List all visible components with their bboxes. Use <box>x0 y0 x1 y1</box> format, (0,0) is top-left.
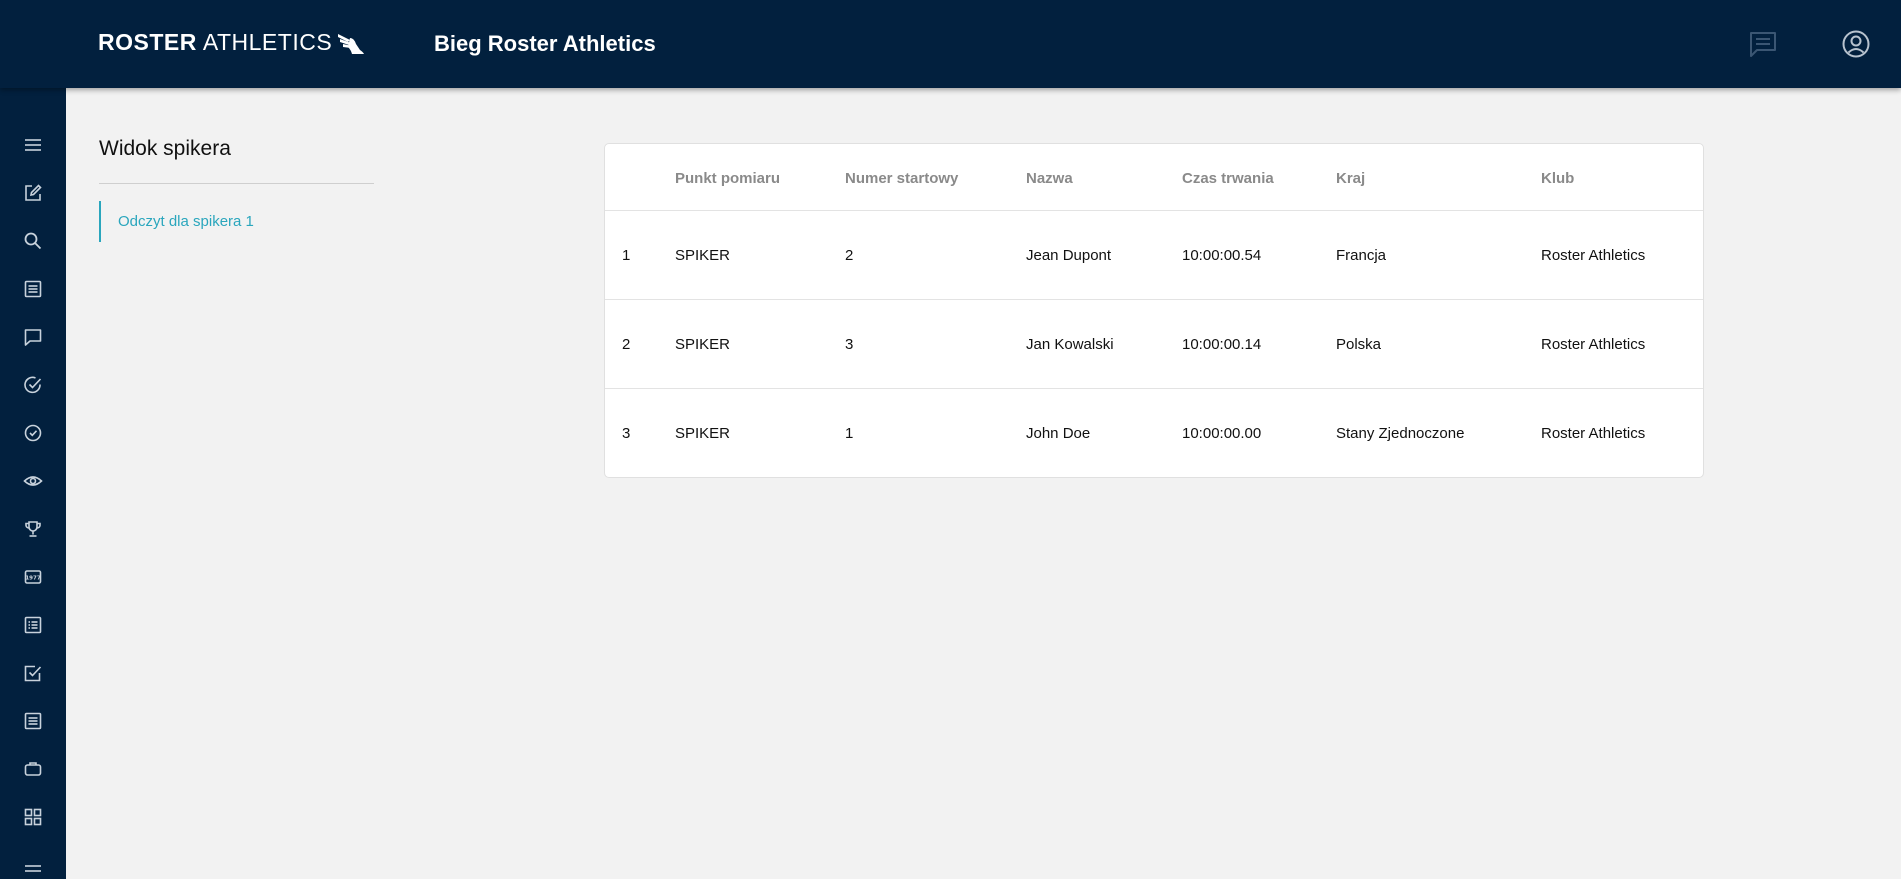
menu-icon[interactable] <box>17 129 49 161</box>
sidebar: 1977 <box>0 88 66 879</box>
logo[interactable]: ROSTER ATHLETICS <box>98 29 366 56</box>
cell-duration: 10:00:00.00 <box>1182 425 1262 442</box>
check-circle-small-icon[interactable] <box>17 417 49 449</box>
top-bar: ROSTER ATHLETICS Bieg Roster Athletics <box>0 0 1901 88</box>
column-header-bib-number[interactable]: Numer startowy <box>845 170 958 187</box>
column-header-country[interactable]: Kraj <box>1336 170 1365 187</box>
speaker-reading-link[interactable]: Odczyt dla spikera 1 <box>99 201 254 242</box>
column-header-checkpoint[interactable]: Punkt pomiaru <box>675 170 780 187</box>
results-table: Punkt pomiaru Numer startowy Nazwa Czas … <box>604 143 1704 478</box>
cell-name: Jean Dupont <box>1026 247 1112 264</box>
message-icon[interactable] <box>17 321 49 353</box>
cell-duration: 10:00:00.14 <box>1182 336 1262 353</box>
cell-index: 3 <box>622 425 631 442</box>
panel-title: Widok spikera <box>99 137 231 160</box>
table-row[interactable]: 2 SPIKER 3 Jan Kowalski 10:00:00.14 Pols… <box>605 300 1703 389</box>
eye-icon[interactable] <box>17 465 49 497</box>
column-header-duration[interactable]: Czas trwania <box>1182 170 1274 187</box>
collapse-icon[interactable] <box>17 855 49 879</box>
briefcase-icon[interactable] <box>17 753 49 785</box>
cell-checkpoint: SPIKER <box>675 247 731 264</box>
cell-bib-number: 1 <box>845 425 854 442</box>
trophy-icon[interactable] <box>17 513 49 545</box>
checkbox-icon[interactable] <box>17 657 49 689</box>
chat-icon[interactable] <box>1747 28 1779 60</box>
cell-index: 2 <box>622 336 631 353</box>
cell-checkpoint: SPIKER <box>675 425 731 442</box>
cell-bib-number: 2 <box>845 247 854 264</box>
cell-country: Francja <box>1336 247 1387 264</box>
grid-icon[interactable] <box>17 801 49 833</box>
edit-icon[interactable] <box>17 177 49 209</box>
svg-text:1977: 1977 <box>25 576 40 582</box>
cell-index: 1 <box>622 247 631 264</box>
cell-club: Roster Athletics <box>1541 425 1646 442</box>
column-header-name[interactable]: Nazwa <box>1026 170 1073 187</box>
cell-club: Roster Athletics <box>1541 336 1646 353</box>
cell-country: Polska <box>1336 336 1382 353</box>
cell-name: John Doe <box>1026 425 1091 442</box>
winged-shoe-icon <box>338 33 365 54</box>
cell-club: Roster Athletics <box>1541 247 1646 264</box>
cell-duration: 10:00:00.54 <box>1182 247 1262 264</box>
cell-checkpoint: SPIKER <box>675 336 731 353</box>
check-circle-icon[interactable] <box>17 369 49 401</box>
document-list-icon[interactable] <box>17 705 49 737</box>
search-icon[interactable] <box>17 225 49 257</box>
table-row[interactable]: 3 SPIKER 1 John Doe 10:00:00.00 Stany Zj… <box>605 389 1703 478</box>
cell-name: Jan Kowalski <box>1026 336 1114 353</box>
column-header-club[interactable]: Klub <box>1541 170 1574 187</box>
results-list-icon[interactable] <box>17 609 49 641</box>
event-title: Bieg Roster Athletics <box>434 31 656 56</box>
panel-divider <box>99 183 374 184</box>
logo-text-light: ATHLETICS <box>202 29 333 55</box>
logo-text-bold: ROSTER <box>98 29 197 55</box>
bib-icon[interactable]: 1977 <box>17 561 49 593</box>
account-icon[interactable] <box>1840 28 1872 60</box>
cell-country: Stany Zjednoczone <box>1336 425 1465 442</box>
table-row[interactable]: 1 SPIKER 2 Jean Dupont 10:00:00.54 Franc… <box>605 211 1703 300</box>
cell-bib-number: 3 <box>845 336 854 353</box>
list-icon[interactable] <box>17 273 49 305</box>
table-header: Punkt pomiaru Numer startowy Nazwa Czas … <box>605 144 1703 211</box>
